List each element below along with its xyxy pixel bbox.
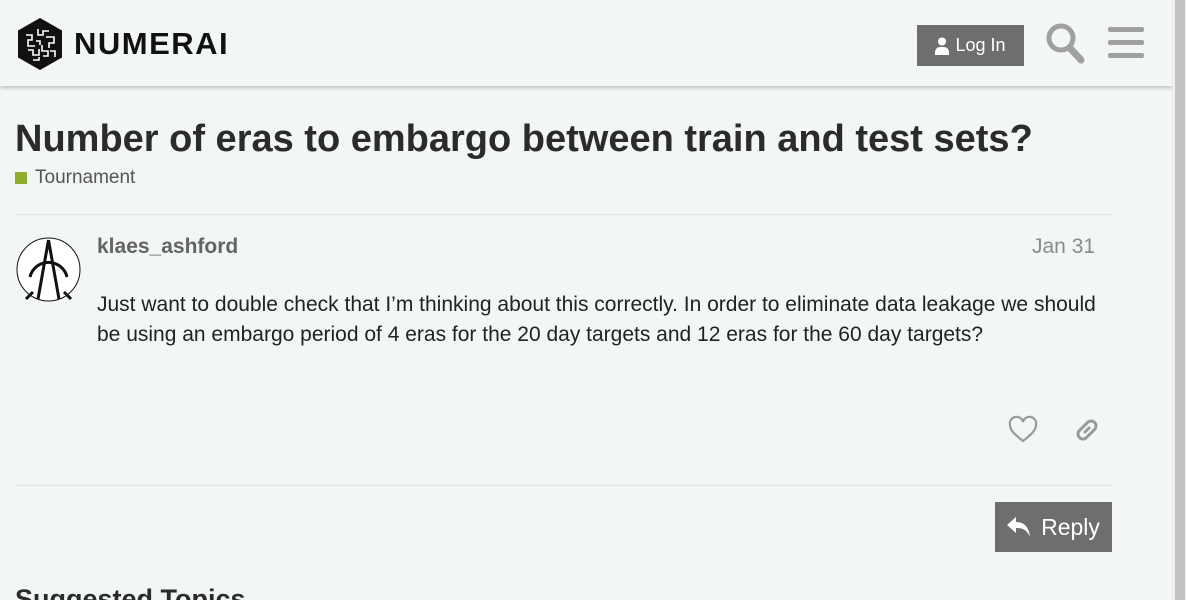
user-icon <box>935 37 950 55</box>
divider <box>15 485 1112 486</box>
like-button[interactable] <box>1008 415 1038 450</box>
site-header: NUMERAI Log In <box>0 0 1172 86</box>
reply-label: Reply <box>1041 513 1100 540</box>
post-date[interactable]: Jan 31 <box>1032 235 1095 259</box>
category-color-swatch <box>15 172 27 184</box>
login-label: Log In <box>955 35 1006 55</box>
page: NUMERAI Log In Number of eras to embargo… <box>0 0 1172 600</box>
hamburger-menu-button[interactable] <box>1108 27 1144 64</box>
reply-button[interactable]: Reply <box>995 502 1112 552</box>
heart-icon <box>1008 415 1038 443</box>
post-username[interactable]: klaes_ashford <box>97 235 238 259</box>
hamburger-menu-icon <box>1108 27 1144 58</box>
numerai-logo-icon <box>18 18 62 70</box>
link-icon <box>1076 419 1098 441</box>
brand-name: NUMERAI <box>74 26 230 61</box>
scrollbar-thumb[interactable] <box>1175 0 1185 600</box>
search-button[interactable] <box>1045 22 1085 69</box>
share-link-button[interactable] <box>1072 415 1102 450</box>
category-link[interactable]: Tournament <box>15 167 135 189</box>
search-icon <box>1046 23 1085 64</box>
category-label: Tournament <box>35 167 136 188</box>
divider <box>15 214 1112 215</box>
user-avatar[interactable] <box>16 237 81 302</box>
site-logo[interactable]: NUMERAI <box>16 18 229 70</box>
reply-arrow-icon <box>1007 517 1031 537</box>
scrollbar[interactable] <box>1172 0 1186 600</box>
topic-title[interactable]: Number of eras to embargo between train … <box>15 118 1033 161</box>
suggested-topics-heading: Suggested Topics <box>15 584 246 600</box>
post-body: Just want to double check that I’m think… <box>97 293 1096 346</box>
login-button[interactable]: Log In <box>917 25 1024 66</box>
